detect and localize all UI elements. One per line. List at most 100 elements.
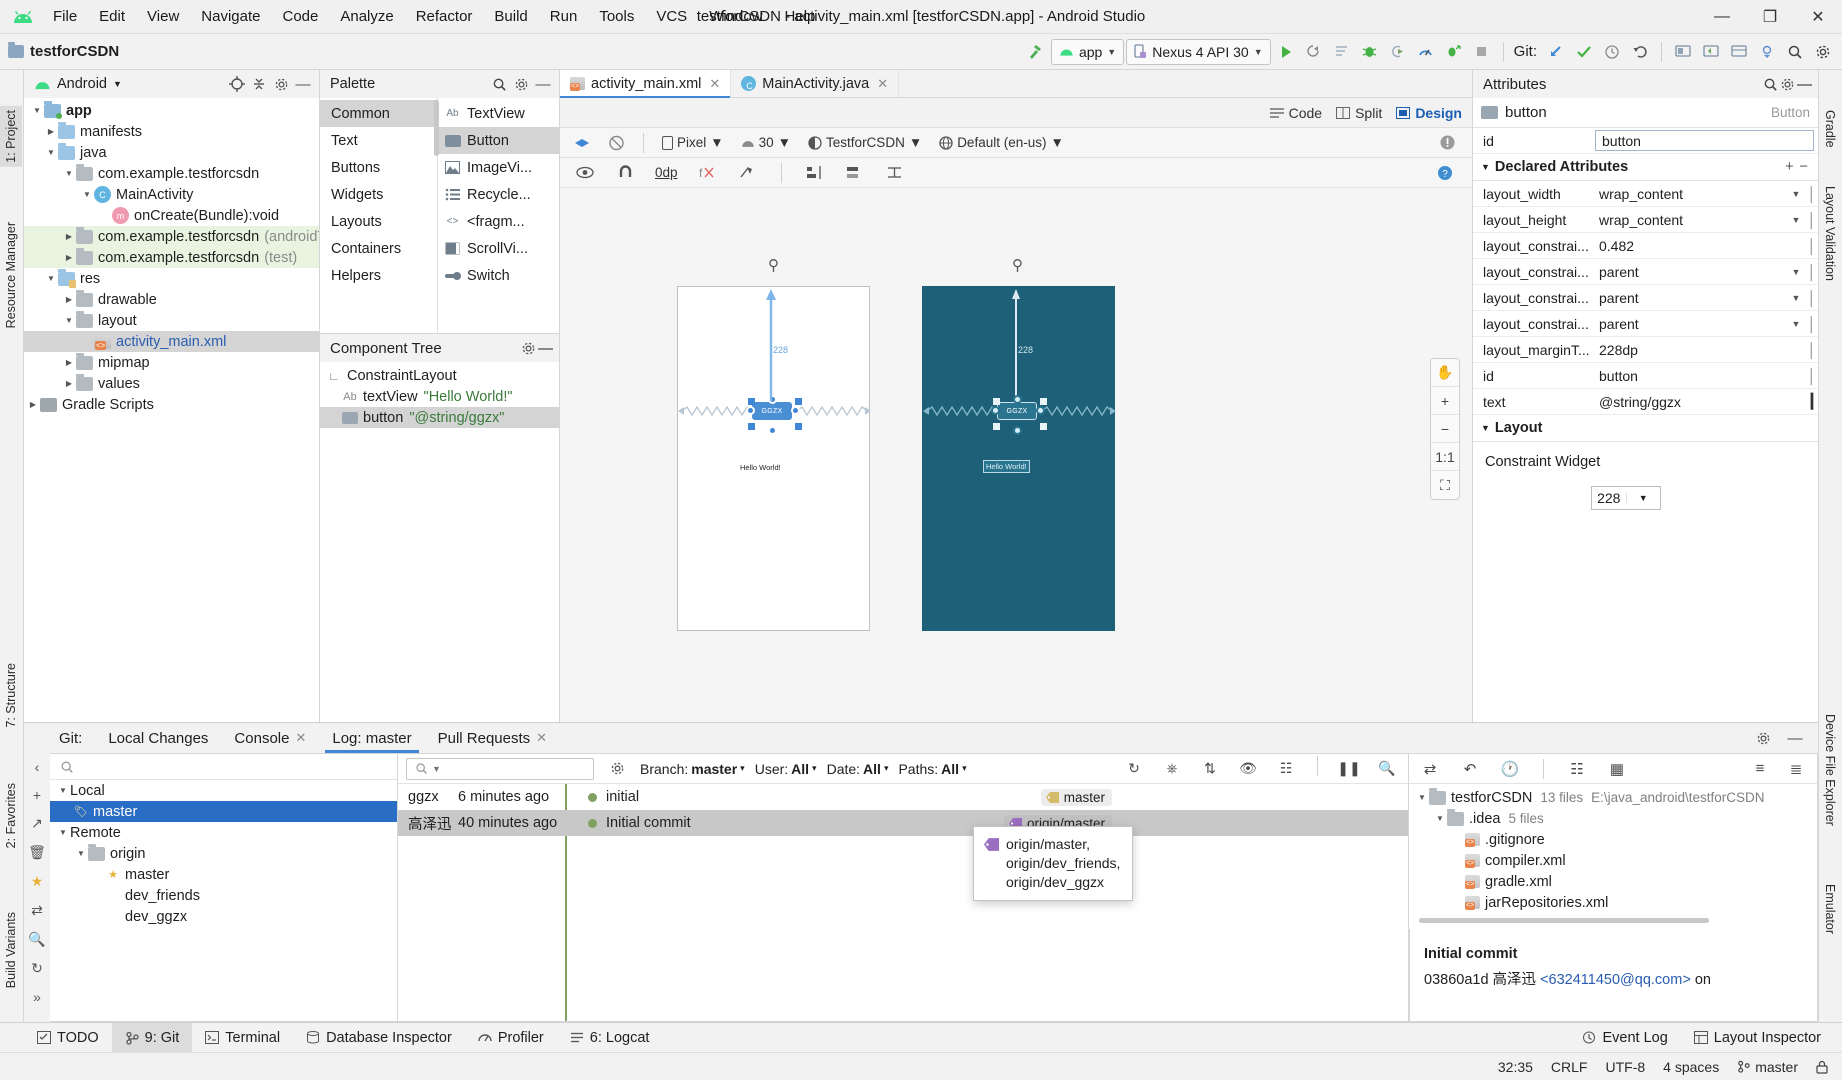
rail-tab-favorites[interactable]: 2: Favorites bbox=[0, 779, 22, 852]
constraint-anchor-top-dark[interactable] bbox=[1013, 395, 1022, 404]
mode-design[interactable]: Design bbox=[1396, 105, 1462, 121]
tree-node-gradle-scripts[interactable]: ▶ Gradle Scripts bbox=[24, 394, 319, 415]
file-row-jarrepositories-xml[interactable]: jarRepositories.xml bbox=[1409, 892, 1817, 913]
locale-dropdown[interactable]: Default (en-us) ▼ bbox=[934, 132, 1069, 154]
revert-icon[interactable]: ↶ bbox=[1457, 756, 1483, 782]
hide-panel-icon[interactable]: — bbox=[538, 340, 553, 357]
chevron-down-icon[interactable]: ▼ bbox=[1786, 267, 1806, 277]
tree-node-package-test[interactable]: ▶ com.example.testforcsdn (test) bbox=[24, 247, 319, 268]
commit-row-initial[interactable]: ggzx 6 minutes ago initial master bbox=[398, 784, 1408, 810]
branch-origin-master[interactable]: ★ master bbox=[50, 864, 397, 885]
resize-handle-tr[interactable] bbox=[795, 398, 802, 405]
mode-code[interactable]: Code bbox=[1269, 105, 1322, 121]
expand-arrow-icon[interactable]: ▼ bbox=[44, 274, 58, 283]
sort-icon[interactable]: ⇅ bbox=[1197, 756, 1223, 782]
expand-arrow-icon[interactable]: ▶ bbox=[44, 127, 58, 136]
palette-category-containers[interactable]: Containers bbox=[320, 235, 437, 262]
palette-category-helpers[interactable]: Helpers bbox=[320, 262, 437, 289]
attribute-value[interactable]: 228dp bbox=[1591, 342, 1786, 358]
git-tab-console[interactable]: Console ✕ bbox=[221, 723, 319, 753]
constraint-anchor-bottom[interactable] bbox=[768, 426, 777, 435]
menu-file[interactable]: File bbox=[42, 5, 88, 28]
attribute-value[interactable]: button bbox=[1591, 368, 1786, 384]
chevron-down-icon[interactable]: ▼ bbox=[1786, 293, 1806, 303]
palette-item-button[interactable]: Button bbox=[438, 127, 559, 154]
menu-build[interactable]: Build bbox=[483, 5, 538, 28]
run-with-coverage-icon[interactable] bbox=[1441, 39, 1467, 65]
avd-manager-icon[interactable] bbox=[1670, 39, 1696, 65]
palette-item-imageview[interactable]: ImageVi... bbox=[438, 154, 559, 181]
indent-setting[interactable]: 4 spaces bbox=[1663, 1059, 1719, 1075]
settings-gear-icon[interactable] bbox=[1780, 77, 1795, 92]
expand-arrow-icon[interactable]: ▼ bbox=[44, 148, 58, 157]
search-icon[interactable]: 🔍 bbox=[1374, 756, 1400, 782]
help-icon[interactable]: ? bbox=[1432, 160, 1458, 186]
jump-to-source-icon[interactable]: ⇄ bbox=[1417, 756, 1443, 782]
expand-arrow-icon[interactable]: ▼ bbox=[56, 828, 70, 837]
file-row-compiler-xml[interactable]: compiler.xml bbox=[1409, 850, 1817, 871]
menu-help[interactable]: Help bbox=[774, 5, 827, 28]
new-branch-icon[interactable]: ⇄ bbox=[31, 902, 43, 919]
close-icon[interactable]: ✕ bbox=[877, 76, 888, 92]
expand-arrow-icon[interactable]: ▼ bbox=[62, 316, 76, 325]
tree-node-activity-main-xml[interactable]: activity_main.xml bbox=[24, 331, 319, 352]
selected-button-preview[interactable]: GGZX bbox=[752, 402, 792, 420]
expand-arrow-icon[interactable]: ▼ bbox=[80, 190, 94, 199]
breadcrumb[interactable]: testforCSDN bbox=[8, 42, 119, 60]
tree-node-oncreate[interactable]: m onCreate(Bundle):void bbox=[24, 205, 319, 226]
file-row-root[interactable]: ▼ testforCSDN 13 files E:\java_android\t… bbox=[1409, 787, 1817, 808]
history-icon[interactable]: 🕐 bbox=[1497, 756, 1523, 782]
toolwindow-layout-inspector[interactable]: Layout Inspector bbox=[1681, 1023, 1834, 1053]
resize-handle-br-dark[interactable] bbox=[1040, 423, 1047, 430]
rail-tab-layout-validation[interactable]: Layout Validation bbox=[1819, 182, 1841, 285]
tree-node-java[interactable]: ▼ java bbox=[24, 142, 319, 163]
palette-category-text[interactable]: Text bbox=[320, 127, 437, 154]
changed-files-tree[interactable]: ▼ testforCSDN 13 files E:\java_android\t… bbox=[1409, 784, 1817, 929]
attribute-value[interactable]: wrap_content bbox=[1591, 212, 1786, 228]
run-configuration-selector[interactable]: app ▼ bbox=[1050, 38, 1125, 65]
attribute-value[interactable]: parent bbox=[1591, 316, 1786, 332]
layout-section[interactable]: ▼ Layout bbox=[1473, 415, 1818, 442]
palette-item-textview[interactable]: Ab TextView bbox=[438, 100, 559, 127]
palette-item-switch[interactable]: Switch bbox=[438, 262, 559, 289]
chevron-down-icon[interactable]: ▼ bbox=[432, 764, 441, 774]
collapse-left-icon[interactable]: ‹ bbox=[35, 759, 40, 775]
api-dropdown[interactable]: 30 ▼ bbox=[736, 132, 796, 154]
expand-arrow-icon[interactable]: ▼ bbox=[1415, 793, 1429, 802]
menu-run[interactable]: Run bbox=[539, 5, 589, 28]
branch-origin-dev-ggzx[interactable]: dev_ggzx bbox=[50, 906, 397, 927]
sdk-manager-icon[interactable] bbox=[1698, 39, 1724, 65]
rail-tab-device-file-explorer[interactable]: Device File Explorer bbox=[1819, 710, 1841, 830]
menu-window[interactable]: Window bbox=[698, 5, 773, 28]
apply-changes-icon[interactable] bbox=[1301, 39, 1327, 65]
attribute-row-constraint-2[interactable]: layout_constrai... parent ▼ │ bbox=[1473, 285, 1818, 311]
palette-item-fragment[interactable]: <> <fragm... bbox=[438, 208, 559, 235]
device-preview-light[interactable]: 228 GGZX Hello World! bbox=[677, 286, 871, 631]
resize-handle-bl-dark[interactable] bbox=[993, 423, 1000, 430]
tree-node-res[interactable]: ▼ res bbox=[24, 268, 319, 289]
git-history-icon[interactable] bbox=[1599, 39, 1625, 65]
branch-group-local[interactable]: ▼ Local bbox=[50, 780, 397, 801]
attribute-row-constraint-1[interactable]: layout_constrai... parent ▼ │ bbox=[1473, 259, 1818, 285]
theme-dropdown[interactable]: TestforCSDN ▼ bbox=[803, 132, 927, 154]
palette-category-buttons[interactable]: Buttons bbox=[320, 154, 437, 181]
expand-all-icon[interactable]: ≡ bbox=[1747, 756, 1773, 782]
editor-tab-activity-main-xml[interactable]: activity_main.xml ✕ bbox=[560, 70, 732, 98]
rail-tab-structure[interactable]: 7: Structure bbox=[0, 659, 22, 732]
design-mode-toggle-icon[interactable] bbox=[568, 132, 596, 154]
resize-handle-tr-dark[interactable] bbox=[1040, 398, 1047, 405]
align-icon[interactable] bbox=[802, 160, 828, 186]
favorite-star-icon[interactable]: ★ bbox=[31, 873, 44, 890]
attribute-row-id-declared[interactable]: id button │ bbox=[1473, 363, 1818, 389]
refresh-icon[interactable]: ↻ bbox=[1121, 756, 1147, 782]
tree-node-manifests[interactable]: ▶ manifests bbox=[24, 121, 319, 142]
chevron-down-icon[interactable]: ▼ bbox=[1786, 319, 1806, 329]
git-revert-icon[interactable] bbox=[1627, 39, 1653, 65]
chevron-down-icon[interactable]: ▼ bbox=[1625, 493, 1661, 503]
commit-detail-email[interactable]: <632411450@qq.com> bbox=[1540, 972, 1691, 988]
favorite-star-icon[interactable]: ★ bbox=[106, 868, 120, 881]
device-dropdown[interactable]: Pixel ▼ bbox=[657, 132, 729, 154]
branch-local-master[interactable]: 🏷 master bbox=[50, 801, 397, 822]
issues-warning-icon[interactable] bbox=[1434, 130, 1460, 156]
zoom-controls[interactable]: ✋ + − 1:1 ⛶ bbox=[1430, 358, 1460, 500]
